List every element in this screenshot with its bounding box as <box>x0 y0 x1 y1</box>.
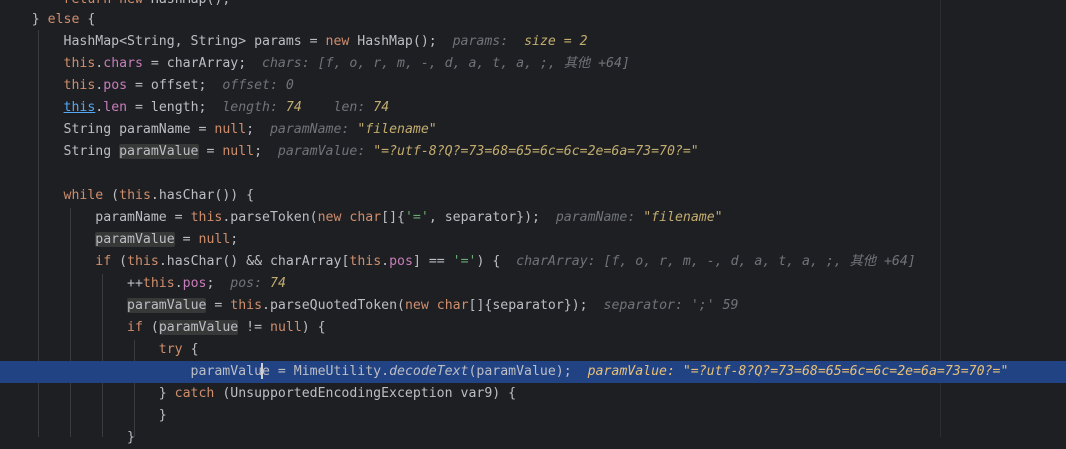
inline-debug-hint: offset: <box>222 78 278 93</box>
inline-debug-hint: paramValue: <box>587 364 675 379</box>
inline-debug-value: 74 <box>285 100 302 115</box>
code-line[interactable]: paramName = this.parseToken(new char[]{'… <box>0 207 1066 229</box>
inline-debug-value: "filename" <box>357 122 437 137</box>
code-line[interactable]: String paramName = null; paramName: "fil… <box>0 119 1066 141</box>
inline-debug-hint: charArray: <box>516 254 596 269</box>
inline-debug-hint: paramName: <box>269 122 350 137</box>
code-line[interactable]: HashMap<String, String> params = new Has… <box>0 31 1066 53</box>
inline-debug-value: 74 <box>270 276 286 291</box>
inline-debug-hint: paramValue: <box>277 144 366 159</box>
code-line[interactable]: String paramValue = null; paramValue: "=… <box>0 141 1066 163</box>
inline-debug-hint: pos: <box>230 276 263 291</box>
text-caret <box>261 363 264 379</box>
code-line[interactable]: if (paramValue != null) { <box>0 317 1066 339</box>
inline-debug-value: "=?utf-8?Q?=73=68=65=6c=6c=2e=6a=73=70?=… <box>682 364 1009 379</box>
code-line[interactable]: ++this.pos; pos: 74 <box>0 273 1066 295</box>
code-line[interactable]: this.len = length; length: 74 len: 74 <box>0 97 1066 119</box>
code-line[interactable]: } else { <box>0 9 1066 31</box>
code-line[interactable]: this.pos = offset; offset: 0 <box>0 75 1066 97</box>
inline-debug-value: [f, o, r, m, -, d, a, t, a, ;, 其他 +64] <box>317 56 630 71</box>
code-line[interactable]: this.chars = charArray; chars: [f, o, r,… <box>0 53 1066 75</box>
code-line[interactable]: } <box>0 405 1066 427</box>
inline-debug-hint: length: <box>222 100 278 115</box>
code-line[interactable]: } <box>0 427 1066 449</box>
code-line[interactable]: paramValue = this.parseQuotedToken(new c… <box>0 295 1066 317</box>
inline-debug-value: "=?utf-8?Q?=73=68=65=6c=6c=2e=6a=73=70?=… <box>373 144 699 159</box>
inline-debug-value: 0 <box>285 78 294 93</box>
inline-debug-hint: len: <box>333 100 366 115</box>
inline-debug-hint: paramName: <box>555 210 636 225</box>
code-line[interactable]: try { <box>0 339 1066 361</box>
inline-debug-hint: params: <box>452 34 509 49</box>
inline-debug-hint: separator: <box>603 298 683 313</box>
code-editor[interactable]: return new HashMap(); } else { HashMap<S… <box>0 0 1066 445</box>
code-line[interactable]: while (this.hasChar()) { <box>0 185 1066 207</box>
code-line[interactable] <box>0 163 1066 185</box>
inline-debug-hint: chars: <box>262 56 310 71</box>
inline-debug-value: size = 2 <box>524 34 588 49</box>
code-line[interactable]: } catch (UnsupportedEncodingException va… <box>0 383 1066 405</box>
inline-debug-value: [f, o, r, m, -, d, a, t, a, ;, 其他 +64] <box>603 254 916 269</box>
code-line[interactable]: if (this.hasChar() && charArray[this.pos… <box>0 251 1066 273</box>
inline-debug-value: ';' 59 <box>690 298 739 313</box>
current-execution-line[interactable]: paramValue = MimeUtility.decodeText(para… <box>0 361 1066 383</box>
inline-debug-value: "filename" <box>643 210 723 225</box>
inline-debug-value: 74 <box>373 100 390 115</box>
code-line[interactable]: paramValue = null; <box>0 229 1066 251</box>
